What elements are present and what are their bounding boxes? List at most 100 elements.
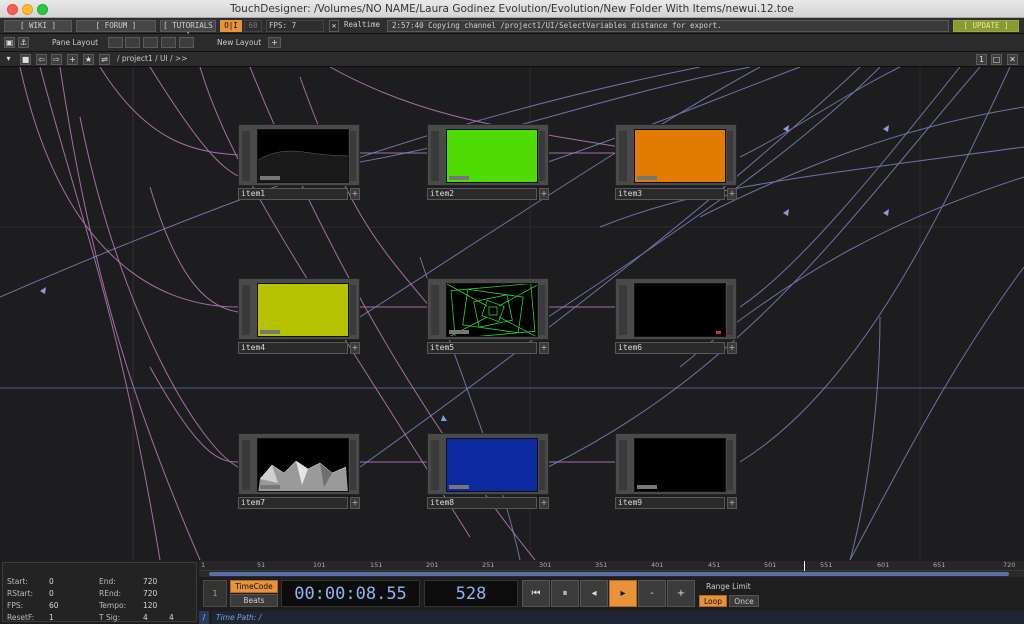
timecode-toggle[interactable]: TimeCode	[230, 580, 278, 593]
realtime-checkbox[interactable]: ✕	[329, 20, 339, 32]
op-node-item4[interactable]: item4 +	[238, 278, 360, 356]
op-node-item2[interactable]: item2 +	[427, 124, 549, 202]
node-label[interactable]: item8	[427, 497, 537, 509]
step-forward-button[interactable]: +	[667, 580, 695, 607]
node-output-strip[interactable]	[727, 131, 733, 181]
node-add-button[interactable]: +	[539, 188, 549, 200]
node-add-button[interactable]: +	[539, 342, 549, 354]
node-add-button[interactable]: +	[727, 188, 737, 200]
update-button[interactable]: [ UPDATE ]	[953, 20, 1019, 32]
image-icon[interactable]: ▣	[4, 37, 15, 48]
node-add-button[interactable]: +	[350, 497, 360, 509]
tutorials-button[interactable]: [ TUTORIALS ]	[160, 20, 216, 40]
rewind-button[interactable]: ⏮	[522, 580, 550, 607]
wiki-button[interactable]: [ WIKI ]	[4, 20, 72, 32]
op-node-item5[interactable]: item5 +	[427, 278, 549, 356]
node-add-button[interactable]: +	[350, 188, 360, 200]
frame-display[interactable]: 528	[424, 580, 518, 607]
node-viewer-toggle-strip[interactable]	[242, 440, 250, 490]
beats-toggle[interactable]: Beats	[230, 594, 278, 607]
node-viewer-toggle-strip[interactable]	[242, 285, 250, 335]
tsig-numerator[interactable]: 4	[143, 613, 148, 622]
node-output-strip[interactable]	[539, 131, 545, 181]
node-viewer-toggle-strip[interactable]	[619, 131, 627, 181]
node-output-strip[interactable]	[727, 285, 733, 335]
resetf-value[interactable]: 1	[49, 613, 54, 622]
node-body[interactable]	[427, 124, 549, 186]
add-layout-button[interactable]: +	[268, 37, 281, 48]
node-output-strip[interactable]	[539, 440, 545, 490]
playhead[interactable]	[804, 561, 805, 571]
layout-split-v-button[interactable]	[125, 37, 140, 48]
node-body[interactable]	[615, 278, 737, 340]
node-output-strip[interactable]	[350, 131, 356, 181]
layout-single-button[interactable]	[108, 37, 123, 48]
rend-value[interactable]: 720	[143, 589, 157, 598]
node-output-strip[interactable]	[539, 285, 545, 335]
node-viewer-toggle-strip[interactable]	[242, 131, 250, 181]
node-add-button[interactable]: +	[350, 342, 360, 354]
node-viewer-toggle-strip[interactable]	[619, 440, 627, 490]
node-body[interactable]	[238, 433, 360, 495]
timeline-scrollbar[interactable]	[199, 571, 1024, 577]
network-editor[interactable]: item1 + item2 + item3 + item4 + item5 + …	[0, 67, 1024, 560]
timeline-ruler[interactable]: 1 51 101 151 201 251 301 351 401 451 501…	[199, 561, 1024, 571]
wire-icon[interactable]: ⇌	[99, 54, 110, 65]
node-body[interactable]	[238, 124, 360, 186]
layout-three-button[interactable]	[161, 37, 176, 48]
node-viewer-toggle-strip[interactable]	[431, 285, 439, 335]
node-add-button[interactable]: +	[727, 497, 737, 509]
oi-toggle[interactable]: O|I	[220, 20, 242, 32]
node-output-strip[interactable]	[350, 285, 356, 335]
node-viewer-toggle-strip[interactable]	[431, 131, 439, 181]
op-node-item3[interactable]: item3 +	[615, 124, 737, 202]
stop-icon[interactable]: ■	[20, 54, 31, 65]
once-toggle[interactable]: Once	[729, 595, 759, 607]
rstart-value[interactable]: 0	[49, 589, 54, 598]
node-body[interactable]	[427, 433, 549, 495]
node-label[interactable]: item1	[238, 188, 348, 200]
end-value[interactable]: 720	[143, 577, 157, 586]
forward-icon[interactable]: ⇨	[51, 54, 62, 65]
layout-four-button[interactable]	[179, 37, 194, 48]
back-icon[interactable]: ⇦	[36, 54, 47, 65]
step-back-button[interactable]: -	[638, 580, 666, 607]
node-body[interactable]	[238, 278, 360, 340]
node-body[interactable]	[615, 124, 737, 186]
close-pane-icon[interactable]: ✕	[1007, 54, 1018, 65]
node-label[interactable]: item5	[427, 342, 537, 354]
node-add-button[interactable]: +	[539, 497, 549, 509]
op-node-item1[interactable]: item1 +	[238, 124, 360, 202]
op-node-item9[interactable]: item9 +	[615, 433, 737, 511]
start-value[interactable]: 0	[49, 577, 54, 586]
op-node-item7[interactable]: item7 +	[238, 433, 360, 511]
node-label[interactable]: item9	[615, 497, 725, 509]
maximize-pane-icon[interactable]: □	[991, 54, 1002, 65]
timeline-scroll-thumb[interactable]	[209, 572, 1009, 576]
anchor-icon[interactable]: ⚓	[18, 37, 29, 48]
node-viewer-toggle-strip[interactable]	[431, 440, 439, 490]
node-add-button[interactable]: +	[727, 342, 737, 354]
node-label[interactable]: item2	[427, 188, 537, 200]
network-path[interactable]: / project1 / UI / >>	[117, 54, 188, 63]
time-path[interactable]: Time Path: /	[212, 611, 1024, 624]
play-forward-button[interactable]: ▸	[609, 580, 637, 607]
layout-split-h-button[interactable]	[143, 37, 158, 48]
add-op-icon[interactable]: +	[67, 54, 78, 65]
forum-button[interactable]: [ FORUM ]	[76, 20, 156, 32]
timecode-display[interactable]: 00:00:08.55	[281, 580, 420, 607]
node-viewer-toggle-strip[interactable]	[619, 285, 627, 335]
star-icon[interactable]: ★	[83, 54, 94, 65]
node-body[interactable]	[615, 433, 737, 495]
tsig-denominator[interactable]: 4	[169, 613, 174, 622]
chevron-down-icon[interactable]: ▾	[3, 54, 14, 65]
op-node-item6[interactable]: item6 +	[615, 278, 737, 356]
play-reverse-button[interactable]: ◂	[580, 580, 608, 607]
pause-button[interactable]: ⏸	[551, 580, 579, 607]
node-output-strip[interactable]	[727, 440, 733, 490]
node-label[interactable]: item7	[238, 497, 348, 509]
node-label[interactable]: item6	[615, 342, 725, 354]
op-node-item8[interactable]: item8 +	[427, 433, 549, 511]
node-label[interactable]: item4	[238, 342, 348, 354]
pane-number[interactable]: 1	[976, 54, 987, 65]
